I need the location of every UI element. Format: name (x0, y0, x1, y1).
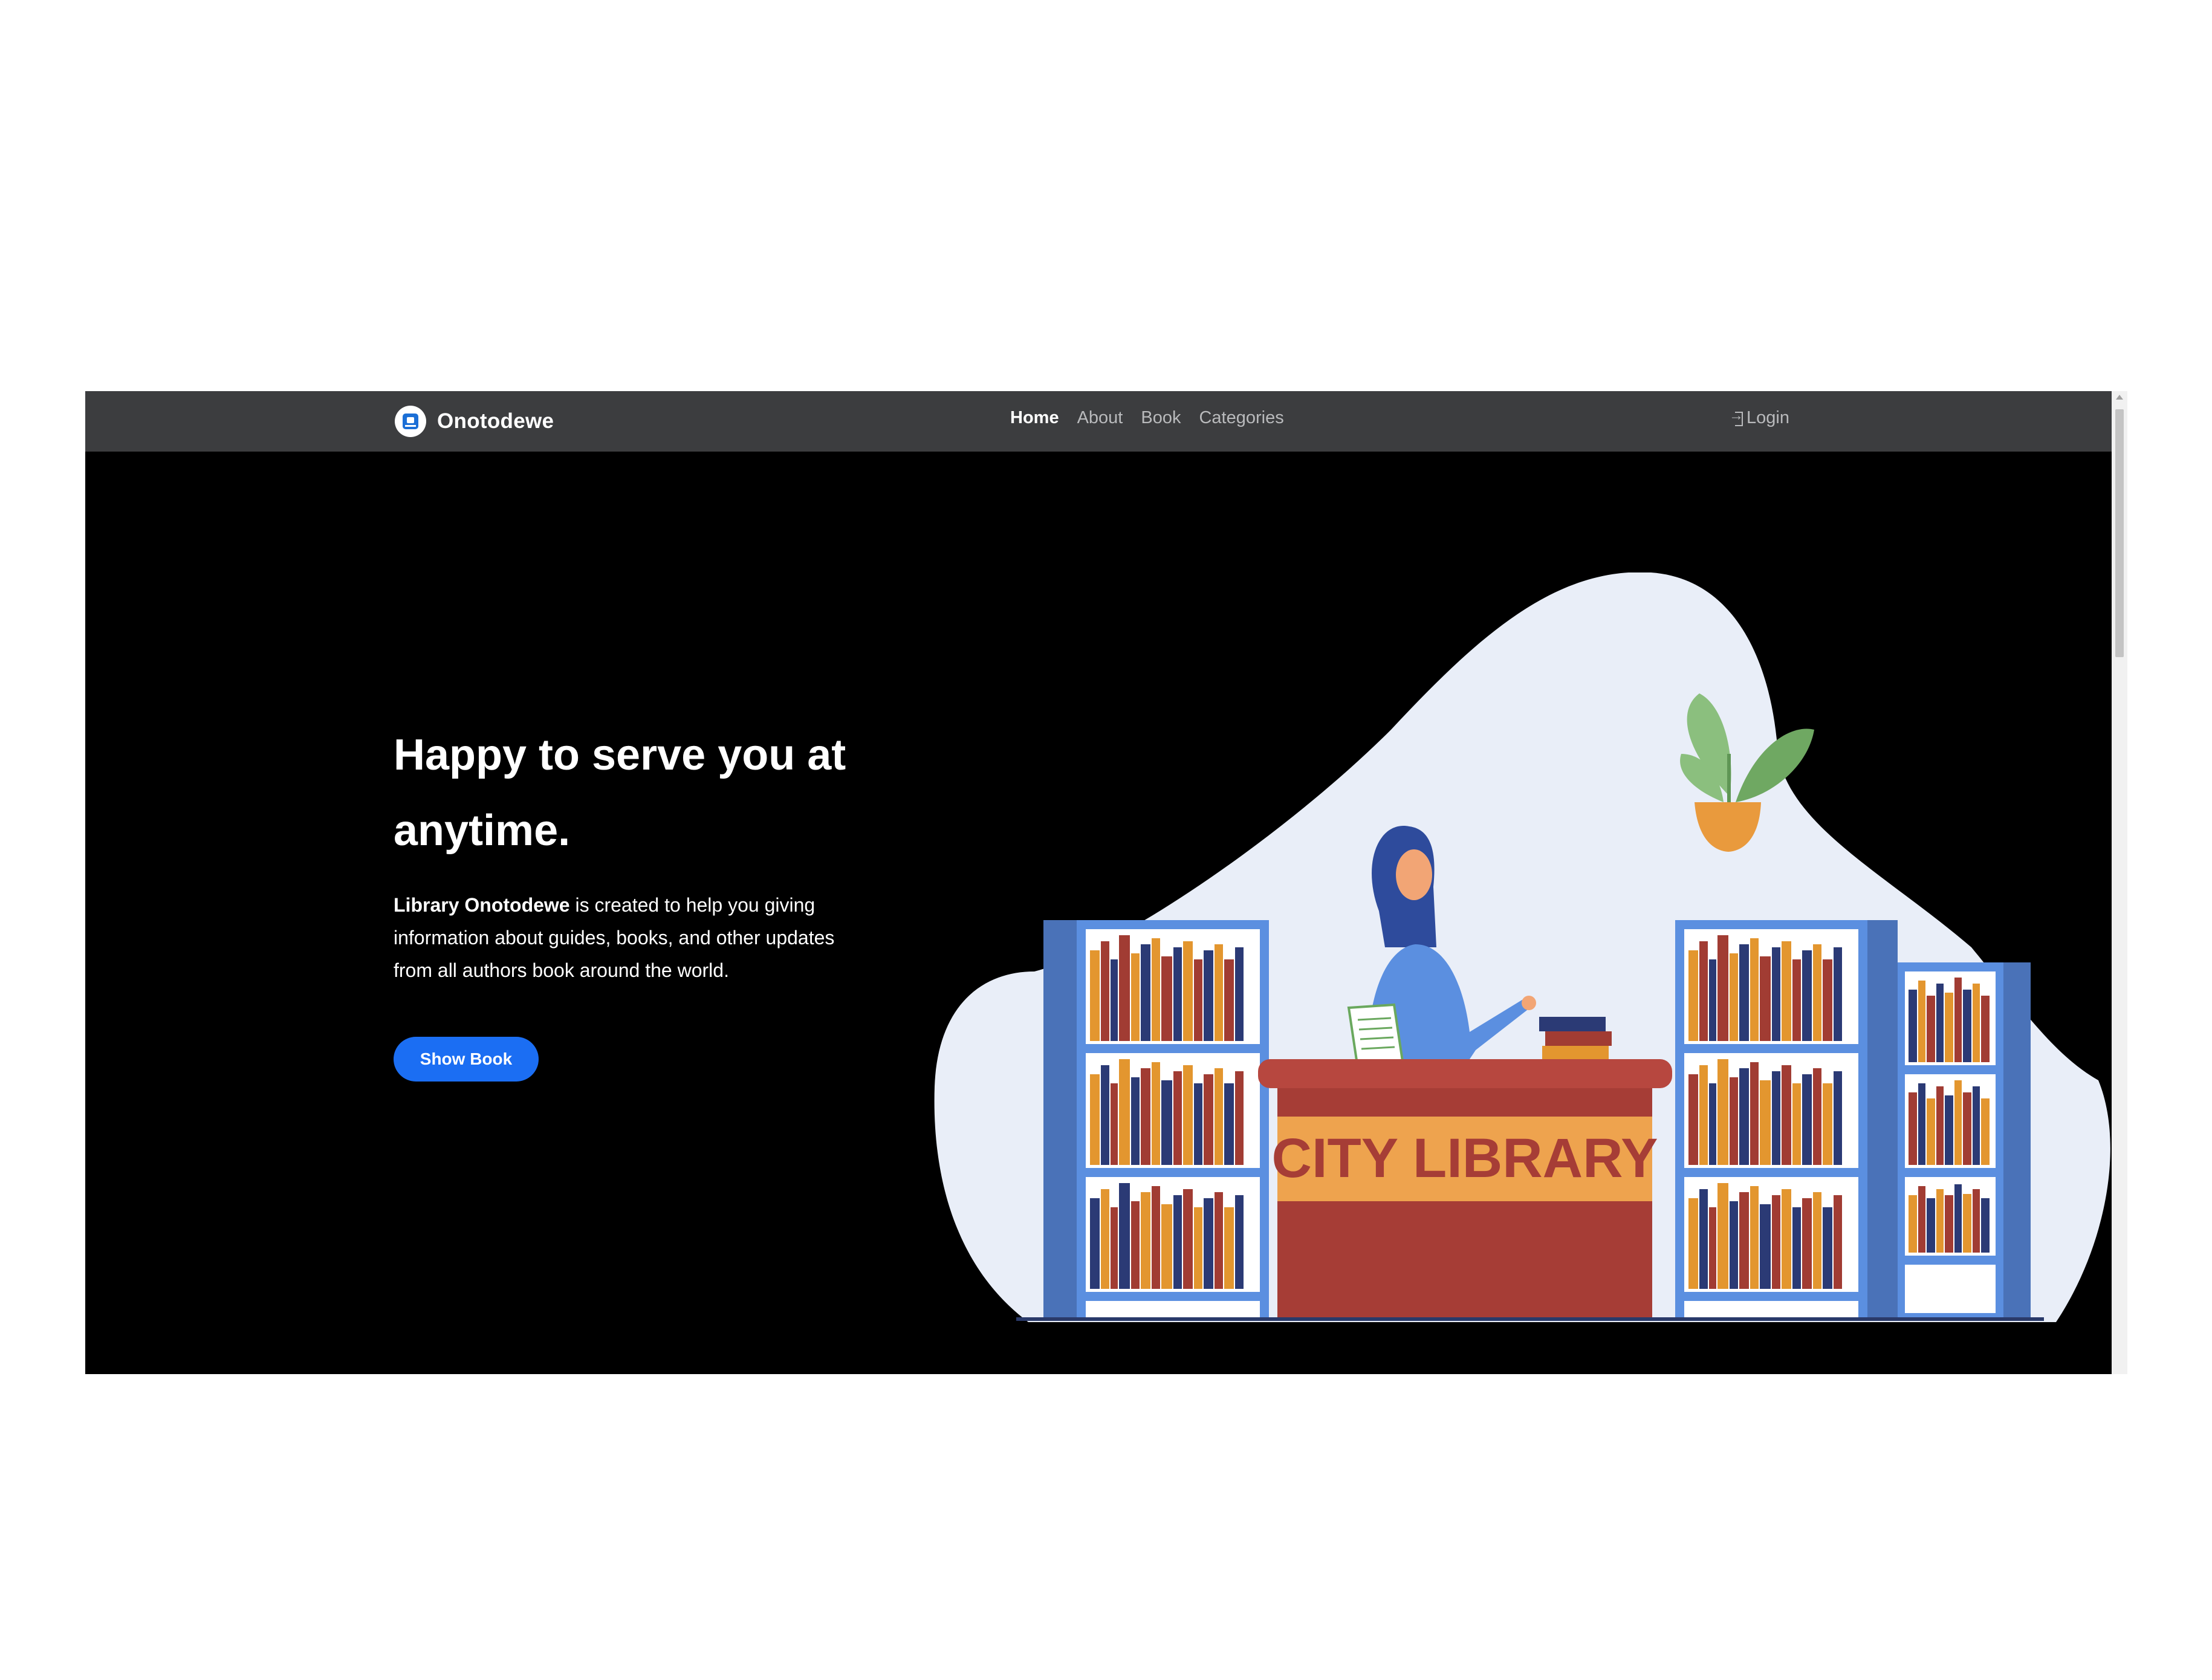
brand-name: Onotodewe (437, 409, 554, 433)
desk-sign: CITY LIBRARY (1272, 1127, 1658, 1189)
floor-line (1016, 1317, 2044, 1321)
bookshelf-left (1043, 920, 1269, 1319)
document-stand (1347, 1003, 1405, 1070)
library-desk[interactable]: CITY LIBRARY (1258, 1059, 1672, 1319)
hero-title: Happy to serve you at anytime. (394, 718, 938, 869)
bookshelf-far-right (1898, 962, 2031, 1319)
brand[interactable]: Onotodewe (395, 405, 554, 438)
nav-about[interactable]: About (1077, 408, 1123, 428)
hero-description-bold: Library Onotodewe (394, 894, 570, 916)
nav-book[interactable]: Book (1141, 408, 1181, 428)
nav-links: Home About Book Categories (1010, 408, 1284, 428)
navbar: Onotodewe Home About Book Categories Log… (85, 391, 2112, 452)
hero-title-line-1: Happy to serve you at (394, 731, 846, 779)
show-book-button[interactable]: Show Book (394, 1037, 539, 1082)
login-icon (1729, 407, 1743, 426)
login-label: Login (1747, 408, 1789, 427)
scrollbar-thumb[interactable] (2115, 409, 2124, 657)
browser-viewport: Onotodewe Home About Book Categories Log… (85, 391, 2127, 1374)
bookshelf-right (1675, 920, 1898, 1319)
library-illustration: CITY LIBRARY (934, 572, 2110, 1322)
nav-home[interactable]: Home (1010, 408, 1059, 428)
hero-description: Library Onotodewe is created to help you… (394, 889, 877, 987)
hero-title-line-2: anytime. (394, 806, 571, 855)
logo-icon (395, 406, 426, 437)
desk-books (1539, 1017, 1612, 1060)
nav-categories[interactable]: Categories (1199, 408, 1283, 428)
scroll-up-icon[interactable] (2116, 395, 2123, 400)
login-link[interactable]: Login (1729, 407, 1789, 428)
